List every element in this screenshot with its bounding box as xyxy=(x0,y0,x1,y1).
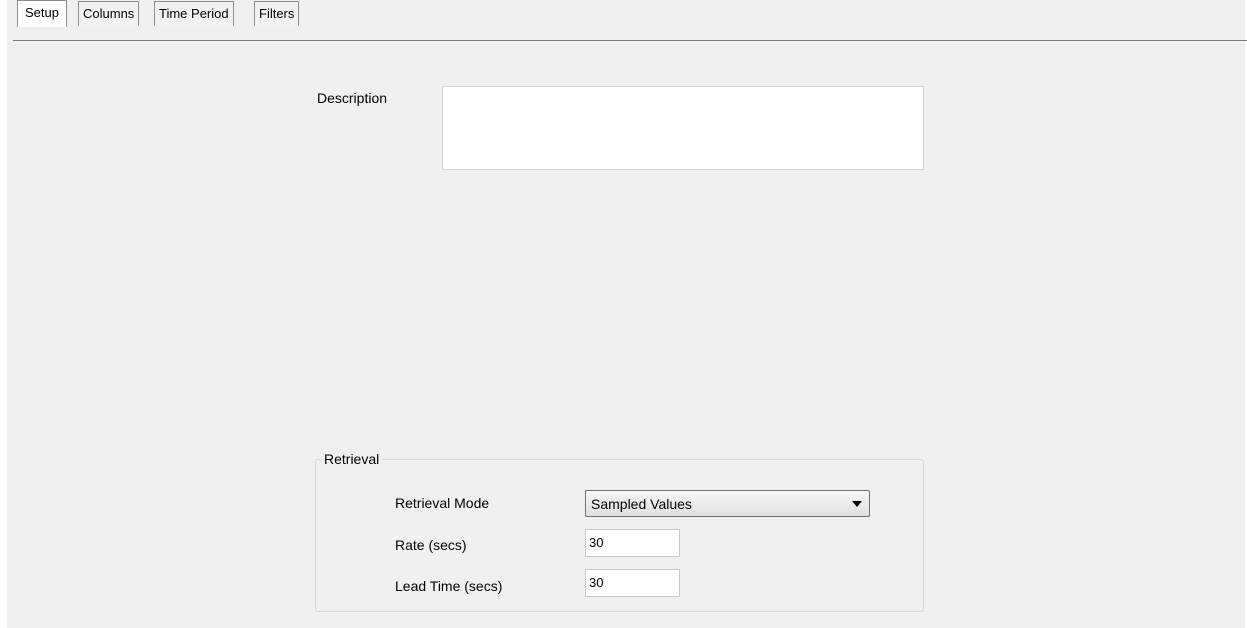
lead-time-input[interactable]: 30 xyxy=(585,569,680,597)
setup-panel: Setup Columns Time Period Filters Descri… xyxy=(0,0,1247,628)
retrieval-mode-value: Sampled Values xyxy=(591,496,692,512)
retrieval-mode-label: Retrieval Mode xyxy=(395,495,490,511)
tab-strip-baseline xyxy=(13,40,1247,41)
retrieval-mode-dropdown[interactable]: Sampled Values xyxy=(585,490,870,517)
retrieval-group-title: Retrieval xyxy=(321,451,383,467)
chevron-down-icon xyxy=(852,501,862,507)
description-label: Description xyxy=(317,90,388,106)
tab-columns[interactable]: Columns xyxy=(78,1,140,26)
tab-time-period[interactable]: Time Period xyxy=(154,1,234,26)
lead-time-label: Lead Time (secs) xyxy=(395,578,503,594)
description-textarea[interactable] xyxy=(442,86,924,170)
tab-filters[interactable]: Filters xyxy=(254,1,300,26)
tab-setup[interactable]: Setup xyxy=(17,0,67,27)
rate-input[interactable]: 30 xyxy=(585,529,680,557)
rate-label: Rate (secs) xyxy=(395,537,467,553)
